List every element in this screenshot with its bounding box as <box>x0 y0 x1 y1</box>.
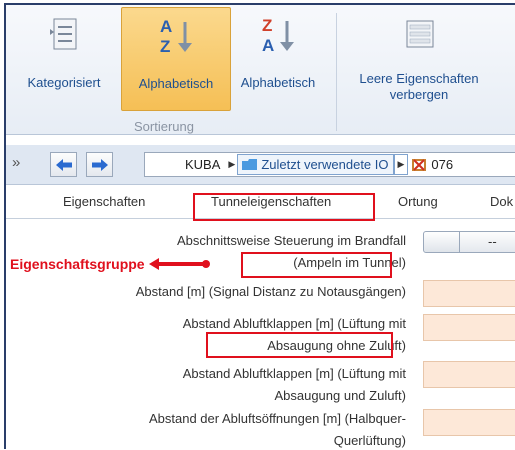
categorized-button[interactable]: Kategorisiert <box>8 7 120 111</box>
property-tabs: Eigenschaften Tunneleigenschaften Ortung… <box>6 187 515 219</box>
sort-az-icon: A Z <box>158 16 194 56</box>
breadcrumb-item[interactable]: 076 <box>408 157 459 173</box>
breadcrumb-folder[interactable]: Zuletzt verwendete IO <box>237 154 394 175</box>
property-label: Abstand Abluftklappen [m] (Lüftung mit A… <box>182 366 406 403</box>
hide-empty-properties-icon <box>401 15 437 55</box>
svg-text:Z: Z <box>160 37 170 56</box>
property-label: Abstand Abluftklappen [m] (Lüftung mit A… <box>182 316 406 353</box>
structure-icon <box>412 158 427 171</box>
hide-empty-label-line2: verbergen <box>389 87 449 102</box>
property-label: Abstand [m] (Signal Distanz zu Notausgän… <box>135 284 406 299</box>
chevron-right-icon[interactable]: ▶ <box>226 159 237 170</box>
arrow-right-icon <box>91 158 108 171</box>
tab-tunneleigenschaften[interactable]: Tunneleigenschaften <box>211 194 331 209</box>
property-label: Abstand der Abluftsöffnungen [m] (Halbqu… <box>148 411 406 448</box>
property-toggle[interactable]: -- <box>423 231 515 253</box>
svg-text:A: A <box>160 17 172 36</box>
folder-icon <box>242 158 258 170</box>
annotation: Eigenschaftsgruppe <box>10 256 211 272</box>
arrow-left-icon <box>55 158 72 171</box>
breadcrumb: KUBA ▶ Zuletzt verwendete IO ▶ 076 <box>144 152 515 177</box>
categorized-label: Kategorisiert <box>27 75 101 90</box>
sort-za-icon: Z A <box>260 15 296 55</box>
window-frame: Kategorisiert A Z Alphabetisch Z A Alpha… <box>4 3 515 449</box>
property-value-field[interactable] <box>423 280 515 307</box>
property-value-field[interactable] <box>423 361 515 388</box>
ribbon: Kategorisiert A Z Alphabetisch Z A Alpha… <box>6 5 515 135</box>
breadcrumb-folder-label: Zuletzt verwendete IO <box>261 157 389 172</box>
tab-ortung[interactable]: Ortung <box>398 194 438 209</box>
svg-text:Z: Z <box>262 16 272 35</box>
ribbon-separator <box>336 13 337 131</box>
chevron-right-icon[interactable]: ▶ <box>393 154 409 175</box>
property-label: Abschnittsweise Steuerung im Brandfall (… <box>176 233 406 270</box>
arrow-annotation-icon <box>148 258 210 270</box>
sort-az-label: Alphabetisch <box>138 76 214 91</box>
svg-text:A: A <box>262 36 274 55</box>
hide-empty-label-line1: Leere Eigenschaften <box>359 71 479 86</box>
categorized-list-icon <box>46 15 82 55</box>
sort-group-label: Sortierung <box>134 119 194 134</box>
forward-button[interactable] <box>86 152 113 177</box>
sort-za-label: Alphabetisch <box>240 75 316 90</box>
toggle-value: -- <box>488 234 497 249</box>
back-button[interactable] <box>50 152 77 177</box>
sort-za-button[interactable]: Z A Alphabetisch <box>232 7 324 111</box>
breadcrumb-item-label: 076 <box>431 157 454 172</box>
breadcrumb-root[interactable]: KUBA <box>145 157 226 172</box>
tab-eigenschaften[interactable]: Eigenschaften <box>63 194 145 209</box>
annotation-label: Eigenschaftsgruppe <box>10 256 145 272</box>
property-value-field[interactable] <box>423 314 515 341</box>
sort-az-button[interactable]: A Z Alphabetisch <box>121 7 231 111</box>
chevron-expand-icon[interactable]: » <box>12 154 20 171</box>
tab-dok[interactable]: Dok <box>490 194 513 209</box>
navigation-toolbar: » KUBA ▶ Zuletzt verwendete IO ▶ 076 <box>6 145 515 185</box>
property-value-field[interactable] <box>423 409 515 436</box>
hide-empty-properties-button[interactable]: Leere Eigenschaften verbergen <box>344 7 494 111</box>
